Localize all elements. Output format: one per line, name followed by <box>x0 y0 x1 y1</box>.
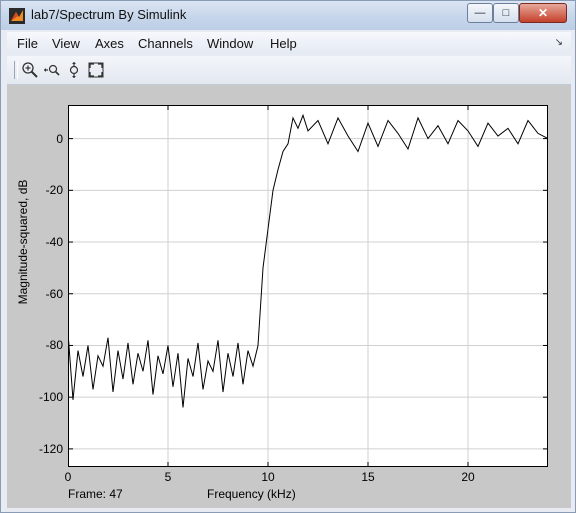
window-title: lab7/Spectrum By Simulink <box>31 7 187 22</box>
x-tick-label: 5 <box>164 470 172 484</box>
plot-axes[interactable] <box>68 105 548 467</box>
maximize-icon: □ <box>502 7 510 19</box>
maximize-button[interactable]: □ <box>493 3 519 23</box>
minimize-icon: — <box>474 7 486 19</box>
x-tick-label: 10 <box>261 470 275 484</box>
figure-area: 0 5 10 15 20 0 -20 -40 -60 -80 -100 -120 Magnitude-… <box>7 85 571 508</box>
y-tick-label: -100 <box>38 390 63 405</box>
y-axis-label: Magnitude-squared, dB <box>16 179 30 305</box>
zoom-x-icon[interactable] <box>43 61 61 79</box>
x-tick-label: 15 <box>361 470 375 484</box>
toolbar-grip <box>14 61 18 79</box>
minimize-button[interactable]: — <box>467 3 493 23</box>
menu-file[interactable]: File <box>17 36 38 51</box>
close-button[interactable]: ✕ <box>519 3 567 23</box>
menu-help[interactable]: Help <box>270 36 297 51</box>
menu-view[interactable]: View <box>52 36 80 51</box>
axes-box <box>68 105 548 467</box>
spectrum-window: lab7/Spectrum By Simulink — □ ✕ File Vie… <box>0 0 576 513</box>
x-tick-label: 0 <box>64 470 72 484</box>
title-bar[interactable]: lab7/Spectrum By Simulink — □ ✕ <box>1 1 575 30</box>
autoscale-icon[interactable] <box>87 61 105 79</box>
x-axis-label: Frequency (kHz) <box>207 487 296 501</box>
zoom-y-icon[interactable] <box>65 61 83 79</box>
menu-axes[interactable]: Axes <box>95 36 124 51</box>
spectrum-trace <box>68 113 548 408</box>
toolbar <box>7 56 571 85</box>
matlab-app-icon <box>9 8 25 24</box>
menu-channels[interactable]: Channels <box>138 36 193 51</box>
spectrum-plot <box>68 105 548 467</box>
menu-bar: File View Axes Channels Window Help ↘ <box>7 32 571 54</box>
close-icon: ✕ <box>537 6 549 20</box>
menu-overflow-icon[interactable]: ↘ <box>555 37 563 48</box>
zoom-in-icon[interactable] <box>21 61 39 79</box>
frame-counter: Frame: 47 <box>68 487 123 501</box>
menu-window[interactable]: Window <box>207 36 253 51</box>
y-tick-label: -120 <box>38 441 63 456</box>
x-tick-label: 20 <box>461 470 475 484</box>
